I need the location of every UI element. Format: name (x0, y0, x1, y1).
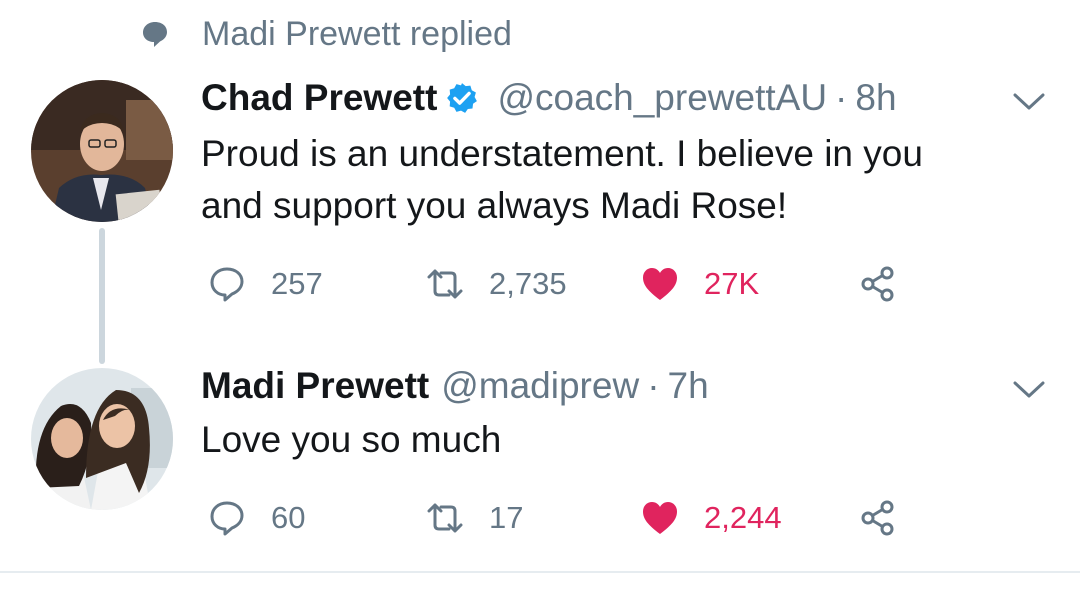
chevron-down-icon[interactable] (1012, 92, 1046, 112)
profile-photo (31, 80, 173, 222)
tweet-text-line: and support you always Madi Rose! (201, 185, 788, 226)
tweet-actions: 60 17 2,244 (0, 493, 1080, 543)
like-count: 2,244 (704, 500, 782, 535)
tweet-header: Chad Prewett @coach_prewettAU · 8h (201, 76, 897, 120)
like-button[interactable]: 2,244 (640, 493, 782, 543)
profile-photo (31, 368, 173, 510)
tweet-timestamp[interactable]: 8h (855, 76, 896, 120)
avatar-chad-prewett[interactable] (31, 80, 173, 222)
reply-icon (210, 501, 244, 536)
like-count: 27K (704, 266, 760, 301)
social-context: Madi Prewett replied (140, 12, 512, 56)
retweet-button[interactable]: 2,735 (425, 259, 567, 309)
display-name[interactable]: Chad Prewett (201, 76, 437, 120)
separator-dot: · (835, 77, 848, 118)
reply-bubble-icon (143, 22, 167, 47)
tweet-header: Madi Prewett @madiprew · 7h (201, 364, 709, 408)
tweet-text-line: Love you so much (201, 419, 502, 460)
separator-dot: · (647, 365, 660, 406)
share-button[interactable] (858, 493, 898, 543)
retweet-icon (427, 269, 463, 299)
heart-filled-icon (643, 502, 677, 534)
share-button[interactable] (858, 259, 898, 309)
retweet-count: 17 (489, 500, 524, 535)
user-handle[interactable]: @madiprew (441, 364, 639, 408)
user-handle[interactable]: @coach_prewettAU (497, 76, 827, 120)
tweet-divider (0, 571, 1080, 573)
tweet-text: Love you so much (201, 414, 501, 466)
social-context-text: Madi Prewett replied (202, 14, 512, 53)
reply-icon (210, 267, 244, 302)
retweet-icon (427, 503, 463, 533)
retweet-button[interactable]: 17 (425, 493, 523, 543)
verified-badge-icon (447, 83, 478, 113)
share-icon (861, 500, 894, 536)
chevron-down-icon[interactable] (1012, 380, 1046, 400)
reply-count: 60 (271, 500, 306, 535)
share-icon (861, 266, 894, 302)
reply-count: 257 (271, 266, 323, 301)
reply-button[interactable]: 60 (207, 493, 305, 543)
like-button[interactable]: 27K (640, 259, 759, 309)
tweet-timestamp[interactable]: 7h (668, 364, 709, 408)
heart-filled-icon (643, 268, 677, 300)
retweet-count: 2,735 (489, 266, 567, 301)
tweet-actions: 257 2,735 27K (0, 259, 1080, 309)
display-name[interactable]: Madi Prewett (201, 364, 429, 408)
tweet-text: Proud is an understatement. I believe in… (201, 128, 923, 232)
tweet-text-line: Proud is an understatement. I believe in… (201, 133, 923, 174)
reply-button[interactable]: 257 (207, 259, 323, 309)
avatar-madi-prewett[interactable] (31, 368, 173, 510)
